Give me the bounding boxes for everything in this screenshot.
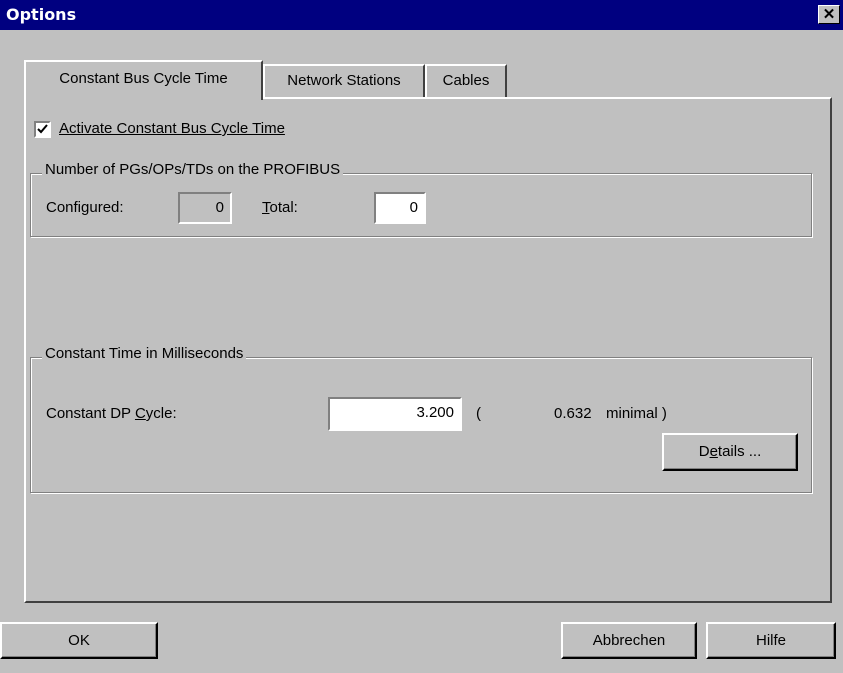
ok-button[interactable]: OK bbox=[0, 622, 158, 659]
details-button[interactable]: Details ... bbox=[662, 433, 798, 471]
total-label: Total: bbox=[262, 199, 298, 216]
close-button[interactable]: ✕ bbox=[818, 5, 840, 24]
tab-label: Network Stations bbox=[287, 72, 401, 89]
close-icon: ✕ bbox=[822, 6, 836, 23]
total-field[interactable]: 0 bbox=[374, 192, 426, 224]
tab-label: Constant Bus Cycle Time bbox=[59, 70, 228, 87]
tab-cables[interactable]: Cables bbox=[425, 64, 507, 98]
configured-field: 0 bbox=[178, 192, 232, 224]
minimal-value: 0.632 bbox=[554, 405, 592, 422]
activate-label[interactable]: Activate Constant Bus Cycle Time bbox=[59, 120, 285, 137]
help-button[interactable]: Hilfe bbox=[706, 622, 836, 659]
tab-network-stations[interactable]: Network Stations bbox=[263, 64, 425, 98]
open-paren: ( bbox=[476, 405, 481, 422]
cycle-label: Constant DP Cycle: bbox=[46, 405, 177, 422]
cancel-button[interactable]: Abbrechen bbox=[561, 622, 697, 659]
constant-time-legend: Constant Time in Milliseconds bbox=[42, 345, 247, 362]
stations-legend: Number of PGs/OPs/TDs on the PROFIBUS bbox=[42, 161, 344, 178]
checkmark-icon bbox=[37, 124, 48, 134]
title-bar: Options ✕ bbox=[0, 0, 843, 30]
tab-constant-bus-cycle-time[interactable]: Constant Bus Cycle Time bbox=[24, 60, 263, 100]
tab-label: Cables bbox=[442, 72, 490, 89]
cycle-input[interactable]: 3.200 bbox=[328, 397, 462, 431]
configured-label: Configured: bbox=[46, 199, 124, 216]
window-title: Options bbox=[6, 5, 77, 24]
activate-checkbox[interactable] bbox=[34, 121, 51, 138]
minimal-label: minimal ) bbox=[606, 405, 667, 422]
tab-panel: Activate Constant Bus Cycle Time Number … bbox=[24, 97, 832, 603]
